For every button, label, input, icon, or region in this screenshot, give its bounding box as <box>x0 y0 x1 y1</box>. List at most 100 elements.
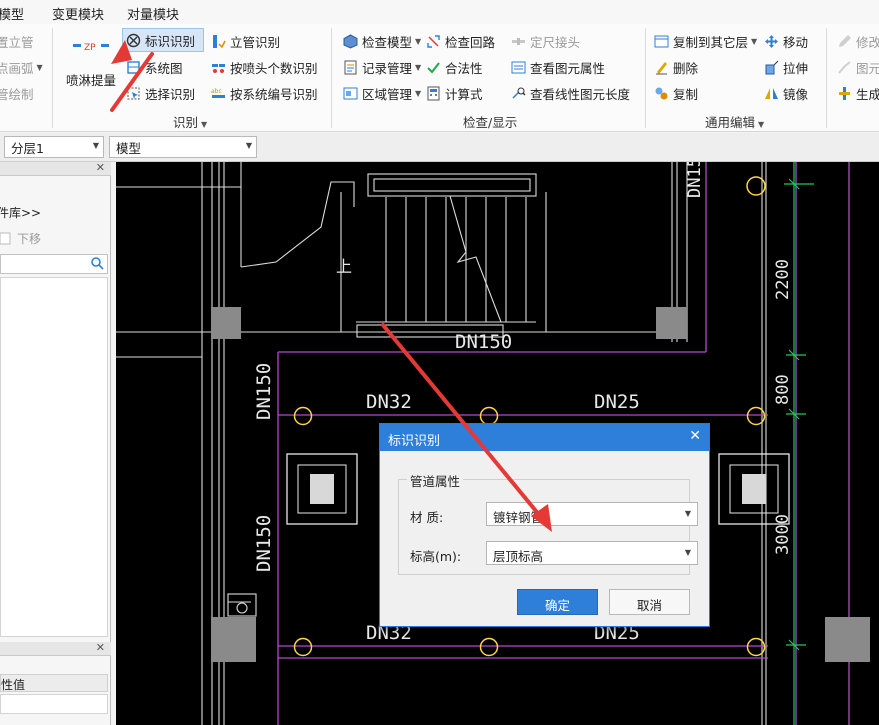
dialog-title-bar: 标识识别 <box>380 424 709 451</box>
sprinkler-quantity-button[interactable]: 喷淋提量 <box>66 68 116 90</box>
search-icon <box>90 256 104 273</box>
close-icon[interactable]: ✕ <box>689 428 701 444</box>
point-arc-button[interactable]: 点画弧 ▼ <box>0 56 43 78</box>
properties-title-bar: ✕ <box>0 641 111 656</box>
riser-recognize-button[interactable]: 立管识别 <box>210 30 280 52</box>
region-manage-button[interactable]: 区域管理 ▼ <box>342 82 421 104</box>
cancel-button[interactable]: 取消 <box>609 589 690 615</box>
stretch-button[interactable]: 拉伸 <box>763 56 808 78</box>
group-label-general-edit[interactable]: 通用编辑 ▼ <box>705 112 764 131</box>
move-down-button[interactable]: 下移 <box>0 230 41 247</box>
chevron-down-icon: ▼ <box>415 36 422 46</box>
record-icon <box>342 59 358 75</box>
stretch-icon <box>763 59 779 75</box>
check-loop-button[interactable]: 检查回路 <box>425 30 495 52</box>
group-label-recognize[interactable]: 识别 ▼ <box>173 112 207 131</box>
properties-icon <box>510 59 526 75</box>
ribbon: 置立管 点画弧 ▼ 管绘制 ZP 喷淋提量 标识识别 立管识别 系统图 按喷头个数… <box>0 24 879 132</box>
cad-label-dn150-vertical-bottom: DN150 <box>253 515 275 572</box>
chevron-down-icon: ▼ <box>684 548 691 557</box>
mirror-button[interactable]: 镜像 <box>763 82 808 104</box>
search-input[interactable] <box>0 254 108 274</box>
chevron-down-icon: ▼ <box>415 62 422 72</box>
select-recognize-icon <box>125 85 141 101</box>
copy-button[interactable]: 复制 <box>653 82 698 104</box>
group-label-check-display: 检查/显示 <box>463 115 518 130</box>
ribbon-separator <box>645 28 646 128</box>
menu-item-model[interactable]: 模型 <box>0 4 24 23</box>
cad-label-dn15: DN15 <box>685 162 705 198</box>
close-icon[interactable]: ✕ <box>96 161 105 174</box>
layer-select[interactable]: 分层1 ▼ <box>4 136 104 158</box>
panel-title-bar: ✕ <box>0 161 111 176</box>
component-library-link[interactable]: 件库>> <box>0 204 41 221</box>
chevron-down-icon: ▼ <box>245 141 252 150</box>
generate-icon <box>836 85 852 101</box>
view-element-props-button[interactable]: 查看图元属性 <box>510 56 605 78</box>
left-panel: ✕ 件库>> 下移 ✕ 性值 <box>0 161 111 725</box>
system-diagram-icon <box>125 59 141 75</box>
menu-item-quantity-module[interactable]: 对量模块 <box>127 4 179 23</box>
set-size-joint-button[interactable]: 定尺接头 <box>510 30 580 52</box>
copy-icon <box>653 85 669 101</box>
system-number-icon: abc <box>210 85 226 101</box>
cad-label-dn150-vertical-top: DN150 <box>253 363 275 420</box>
pipe-draw-button[interactable]: 管绘制 <box>0 82 34 104</box>
chevron-down-icon: ▼ <box>201 120 208 129</box>
calculator-icon <box>425 85 441 101</box>
system-diagram-button[interactable]: 系统图 <box>125 56 183 78</box>
chevron-down-icon: ▼ <box>415 88 422 98</box>
component-list[interactable] <box>0 277 108 637</box>
property-row[interactable] <box>0 694 108 714</box>
chevron-down-icon: ▼ <box>758 120 765 129</box>
linear-length-icon <box>510 85 526 101</box>
copy-to-other-layer-button[interactable]: 复制到其它层 ▼ <box>653 30 757 52</box>
record-manage-button[interactable]: 记录管理 ▼ <box>342 56 421 78</box>
element-button[interactable]: 图元 <box>836 56 879 78</box>
sprinkler-count-icon <box>210 59 226 75</box>
edit-icon <box>836 33 852 49</box>
move-button[interactable]: 移动 <box>763 30 808 52</box>
riser-recognize-icon <box>210 33 226 49</box>
view-select[interactable]: 模型 ▼ <box>109 136 257 158</box>
ribbon-separator <box>331 28 332 128</box>
legality-button[interactable]: 合法性 <box>425 56 483 78</box>
cad-label-up: 上 <box>336 257 352 276</box>
menu-bar: 模型 变更模块 对量模块 <box>0 0 879 24</box>
delete-button[interactable]: 删除 <box>653 56 698 78</box>
mirror-icon <box>763 85 779 101</box>
ribbon-separator <box>52 28 53 128</box>
check-model-button[interactable]: 检查模型 ▼ <box>342 30 421 52</box>
layer-toolbar: 分层1 ▼ 模型 ▼ <box>0 133 879 162</box>
loop-check-icon <box>425 33 441 49</box>
element-icon <box>836 59 852 75</box>
cad-dimension-800: 800 <box>773 374 793 405</box>
menu-item-change-module[interactable]: 变更模块 <box>52 4 104 23</box>
modify-button[interactable]: 修改 <box>836 30 879 52</box>
formula-button[interactable]: 计算式 <box>425 82 483 104</box>
move-down-icon <box>0 231 13 247</box>
joint-icon <box>510 33 526 49</box>
move-icon <box>763 33 779 49</box>
recognize-by-sprinkler-count-button[interactable]: 按喷头个数识别 <box>210 56 318 78</box>
close-icon[interactable]: ✕ <box>96 641 105 654</box>
generate-button[interactable]: 生成 <box>836 82 879 104</box>
select-recognize-button[interactable]: 选择识别 <box>125 82 195 104</box>
property-value-header: 性值 <box>0 674 108 692</box>
material-select[interactable]: 镀锌钢管 ▼ <box>486 502 698 526</box>
recognize-by-system-number-button[interactable]: abc 按系统编号识别 <box>210 82 318 104</box>
view-linear-length-button[interactable]: 查看线性图元长度 <box>510 82 630 104</box>
copy-layer-icon <box>653 33 669 49</box>
cube-icon <box>342 33 358 49</box>
ok-button[interactable]: 确定 <box>517 589 598 615</box>
mark-recognize-dialog: 标识识别 ✕ 管道属性 材 质: 镀锌钢管 ▼ 标高(m): 层顶标高 ▼ 确定 取… <box>379 423 710 627</box>
sprinkler-icon-text: ZP <box>84 43 96 53</box>
place-riser-button[interactable]: 置立管 <box>0 30 34 52</box>
checkmark-icon <box>425 59 441 75</box>
chevron-down-icon: ▼ <box>684 509 691 518</box>
pipe-properties-group: 管道属性 材 质: 镀锌钢管 ▼ 标高(m): 层顶标高 ▼ <box>398 471 698 575</box>
mark-recognize-button[interactable]: 标识识别 <box>122 28 204 52</box>
cad-label-dn25-top: DN25 <box>594 391 640 413</box>
elevation-select[interactable]: 层顶标高 ▼ <box>486 541 698 565</box>
dialog-title: 标识识别 <box>388 434 441 449</box>
